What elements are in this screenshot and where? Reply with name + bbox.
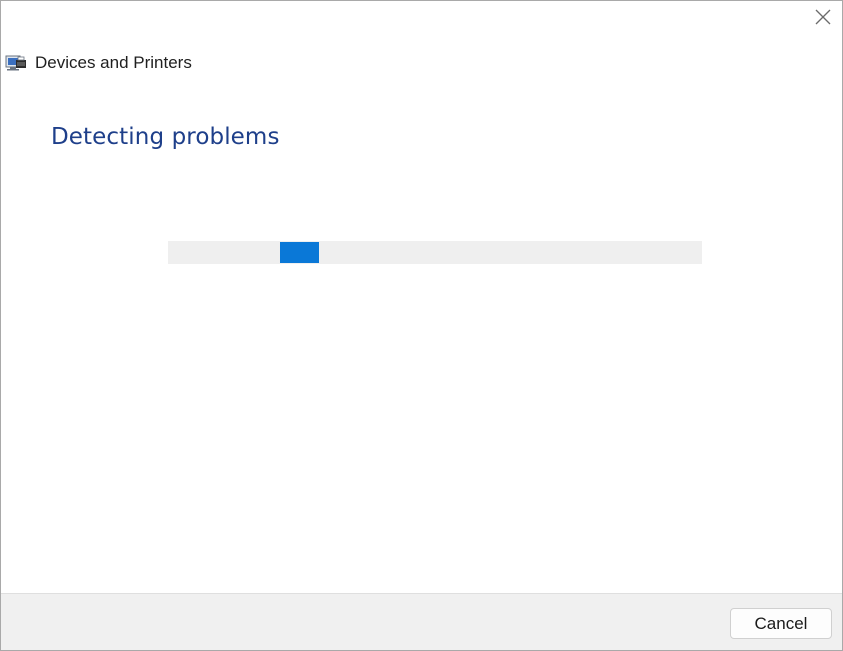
devices-and-printers-icon <box>5 53 27 73</box>
troubleshooter-window: Devices and Printers Detecting problems … <box>0 0 843 651</box>
close-icon <box>815 9 831 25</box>
window-title-row: Devices and Printers <box>5 51 192 75</box>
close-button[interactable] <box>812 6 834 28</box>
progress-bar <box>168 241 702 264</box>
progress-indicator <box>280 242 319 263</box>
dialog-footer: Cancel <box>1 593 842 650</box>
window-title: Devices and Printers <box>35 53 192 72</box>
cancel-button[interactable]: Cancel <box>730 608 832 639</box>
page-heading: Detecting problems <box>51 124 280 150</box>
